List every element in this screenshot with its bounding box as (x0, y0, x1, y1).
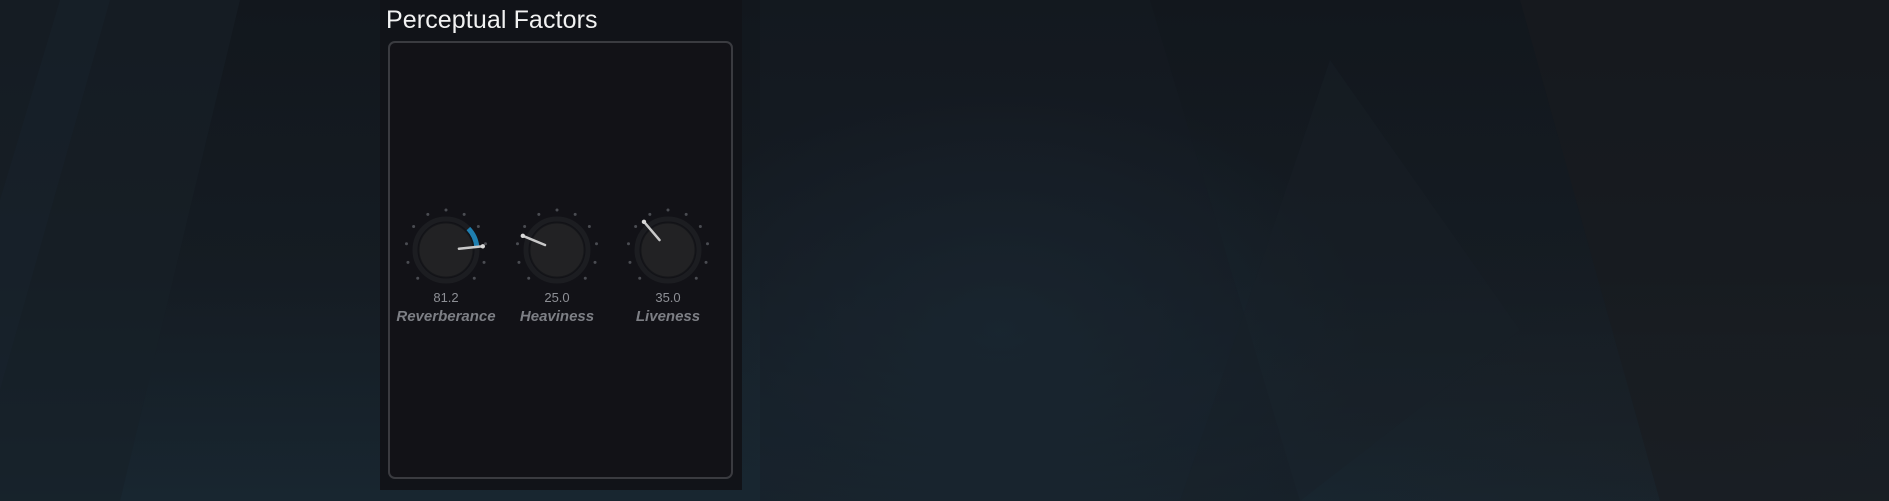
knob-tick (406, 260, 410, 264)
reverberance-value: 81.2 (433, 290, 459, 305)
liveness-value: 35.0 (655, 290, 681, 305)
heaviness-label: Heaviness (519, 308, 595, 325)
knob-pointer-tip (641, 219, 647, 225)
knob-tick (527, 276, 531, 280)
knob-pointer-tip (520, 233, 526, 239)
liveness-label: Liveness (635, 308, 701, 325)
liveness-knob[interactable] (613, 203, 723, 293)
knob-tick (517, 260, 521, 264)
knob-tick (666, 208, 670, 212)
knob-tick (416, 276, 420, 280)
knob-tick (626, 242, 630, 246)
knob-body (418, 222, 474, 278)
knob-tick (555, 208, 559, 212)
knob-tick (482, 260, 486, 264)
knob-body (529, 222, 585, 278)
background-decoration (0, 0, 1889, 501)
panel-title: Perceptual Factors (386, 6, 598, 34)
knob-tick (587, 224, 591, 228)
knob-tick (404, 242, 408, 246)
app-background: Perceptual Factors 81.2 Reverberance 25.… (0, 0, 1889, 501)
knob-tick (704, 260, 708, 264)
knob-tick (694, 276, 698, 280)
knob-pointer-tip (480, 244, 486, 249)
knob-tick (706, 242, 710, 246)
knob-unit-liveness: 35.0 Liveness (613, 203, 723, 325)
knob-unit-heaviness: 25.0 Heaviness (502, 203, 612, 325)
knob-tick (412, 224, 416, 228)
knob-tick (462, 212, 466, 216)
knob-tick (684, 212, 688, 216)
knob-tick (426, 212, 430, 216)
knob-tick (472, 276, 476, 280)
knob-tick (515, 242, 519, 246)
knob-tick (537, 212, 541, 216)
knob-tick (634, 224, 638, 228)
reverberance-label: Reverberance (396, 308, 496, 325)
knob-unit-reverberance: 81.2 Reverberance (391, 203, 501, 325)
knob-tick (583, 276, 587, 280)
knob-tick (595, 242, 599, 246)
heaviness-knob[interactable] (502, 203, 612, 293)
knob-tick (484, 242, 488, 246)
knob-tick (523, 224, 527, 228)
heaviness-value: 25.0 (544, 290, 570, 305)
knob-tick (593, 260, 597, 264)
knob-body (640, 222, 696, 278)
knob-group-frame: 81.2 Reverberance 25.0 Heaviness 35.0 Li… (388, 41, 733, 479)
knob-tick (573, 212, 577, 216)
knob-tick (628, 260, 632, 264)
knob-tick (698, 224, 702, 228)
knob-tick (648, 212, 652, 216)
knob-tick (476, 224, 480, 228)
reverberance-knob[interactable] (391, 203, 501, 293)
perceptual-factors-panel: Perceptual Factors 81.2 Reverberance 25.… (380, 0, 742, 490)
knob-tick (638, 276, 642, 280)
knob-tick (444, 208, 448, 212)
